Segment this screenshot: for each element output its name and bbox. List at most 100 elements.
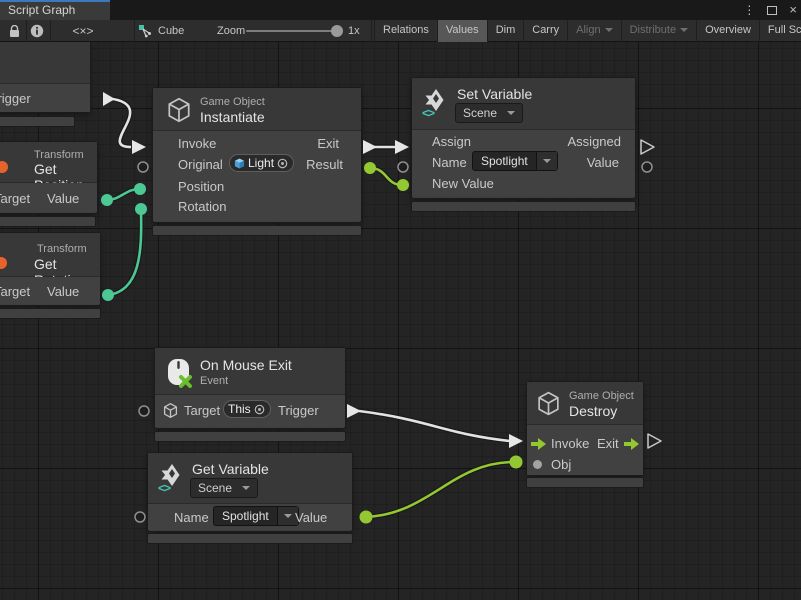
- node-destroy[interactable]: Game Object Destroy Invoke Exit Obj: [527, 382, 643, 475]
- variable-name-value: Spotlight: [214, 507, 277, 525]
- graph-canvas[interactable]: Trigger Transform Get Position Target Va…: [0, 42, 801, 600]
- object-picker-icon[interactable]: [254, 404, 265, 415]
- port-instantiate-result[interactable]: [364, 162, 376, 174]
- wire-trigger-to-invoke: [113, 99, 131, 147]
- zoom-slider-handle[interactable]: [331, 25, 343, 37]
- wire-result-to-new-value: [370, 168, 402, 185]
- value-port-label: Value: [295, 510, 327, 525]
- node-footer: [0, 309, 100, 318]
- exit-port-label: Exit: [597, 436, 619, 451]
- original-object-field[interactable]: Light: [229, 154, 294, 172]
- code-view-icon[interactable]: <×>: [68, 20, 98, 42]
- dropdown-button[interactable]: [536, 152, 557, 170]
- node-get-variable[interactable]: <> Get Variable Scene Name Spotlight Val…: [148, 453, 352, 531]
- transform-icon: [0, 257, 7, 269]
- wire-rotation-value: [108, 212, 141, 295]
- port-partial-event-trigger[interactable]: [103, 92, 115, 106]
- game-object-cube-icon: [162, 402, 179, 424]
- graph-toolbar: <×> Cube Zoom 1x Relations Values Dim Ca…: [0, 20, 801, 42]
- port-set-variable-value[interactable]: [642, 162, 652, 172]
- object-picker-icon[interactable]: [277, 158, 288, 169]
- wire-position-value: [107, 189, 139, 200]
- node-title: Get Variable: [192, 461, 269, 477]
- assigned-port-label: Assigned: [568, 134, 621, 149]
- trigger-port-label: Trigger: [0, 91, 31, 106]
- graph-breadcrumb-icon: [136, 20, 154, 42]
- node-on-mouse-exit[interactable]: On Mouse Exit Event Target This Trigger: [155, 348, 345, 428]
- variable-name-dropdown[interactable]: Spotlight: [213, 506, 299, 526]
- port-set-variable-name[interactable]: [398, 162, 408, 172]
- port-instantiate-position[interactable]: [134, 183, 146, 195]
- port-on-mouse-exit-target[interactable]: [139, 406, 149, 416]
- port-instantiate-original[interactable]: [138, 162, 148, 172]
- port-get-variable-value[interactable]: [360, 511, 373, 524]
- value-port-label: Value: [587, 155, 619, 170]
- port-set-variable-assign[interactable]: [395, 140, 409, 154]
- variable-name-dropdown[interactable]: Spotlight: [472, 151, 558, 171]
- fullscreen-button[interactable]: Full Screen: [759, 20, 801, 42]
- maximize-icon[interactable]: [767, 6, 777, 15]
- node-get-position[interactable]: Transform Get Position Target Value: [0, 142, 97, 213]
- wire-layer: [0, 42, 801, 600]
- port-set-variable-assigned[interactable]: [641, 140, 654, 154]
- node-instantiate[interactable]: Game Object Instantiate Invoke Exit Orig…: [153, 88, 361, 222]
- port-destroy-exit[interactable]: [648, 434, 661, 448]
- node-category: Transform: [37, 243, 87, 255]
- info-icon[interactable]: [26, 20, 48, 42]
- close-icon[interactable]: ×: [789, 5, 797, 15]
- align-button[interactable]: Align: [567, 20, 620, 42]
- chevron-down-icon: [242, 486, 250, 490]
- node-footer: [0, 217, 95, 226]
- prefab-cube-icon: [234, 158, 245, 169]
- target-object-field[interactable]: This: [223, 400, 271, 418]
- overview-button[interactable]: Overview: [696, 20, 759, 42]
- lock-icon[interactable]: [4, 20, 24, 42]
- port-get-rotation-value[interactable]: [102, 289, 114, 301]
- zoom-slider[interactable]: [246, 30, 342, 32]
- variable-scope-dropdown[interactable]: Scene: [190, 478, 258, 498]
- port-instantiate-rotation[interactable]: [135, 203, 147, 215]
- port-destroy-invoke[interactable]: [509, 434, 523, 448]
- zoom-label: Zoom: [217, 20, 245, 42]
- port-on-mouse-exit-trigger[interactable]: [347, 404, 361, 418]
- port-instantiate-invoke[interactable]: [132, 140, 146, 154]
- graph-breadcrumb[interactable]: Cube: [158, 20, 184, 42]
- original-port-label: Original: [178, 157, 223, 172]
- variable-scope-dropdown[interactable]: Scene: [455, 103, 523, 123]
- tab-script-graph[interactable]: Script Graph: [0, 0, 110, 20]
- dim-button[interactable]: Dim: [487, 20, 524, 42]
- port-set-variable-new-value[interactable]: [397, 179, 409, 191]
- scope-value: Scene: [198, 481, 232, 495]
- zoom-value: 1x: [348, 20, 360, 42]
- node-partial-event[interactable]: Trigger: [0, 42, 90, 112]
- distribute-button[interactable]: Distribute: [621, 20, 696, 42]
- value-port-label: Value: [47, 191, 79, 206]
- chevron-down-icon: [543, 159, 551, 163]
- carry-button[interactable]: Carry: [523, 20, 567, 42]
- game-object-cube-icon: [535, 390, 562, 422]
- position-port-label: Position: [178, 179, 224, 194]
- node-set-variable[interactable]: <> Set Variable Scene Assign Assigned Na…: [412, 78, 635, 198]
- node-title: Set Variable: [457, 86, 532, 102]
- more-menu-icon[interactable]: ⋮: [743, 3, 755, 17]
- obj-port-dot-icon: [533, 460, 542, 469]
- node-title: Destroy: [569, 403, 617, 419]
- invoke-port-label: Invoke: [551, 436, 589, 451]
- wire-trigger-to-destroy-invoke: [359, 411, 510, 441]
- variable-icon: <>: [422, 106, 434, 120]
- port-destroy-obj[interactable]: [510, 456, 523, 469]
- port-instantiate-exit[interactable]: [363, 140, 377, 154]
- object-field-value: Light: [248, 156, 274, 170]
- port-get-variable-name[interactable]: [135, 512, 145, 522]
- assign-port-label: Assign: [432, 134, 471, 149]
- values-button[interactable]: Values: [437, 20, 487, 42]
- node-category: Game Object: [569, 390, 634, 402]
- node-footer: [412, 202, 635, 211]
- port-get-position-value[interactable]: [101, 194, 113, 206]
- target-port-label: Target: [0, 284, 30, 299]
- exit-port-label: Exit: [317, 136, 339, 151]
- variable-name-value: Spotlight: [473, 152, 536, 170]
- relations-button[interactable]: Relations: [374, 20, 437, 42]
- node-get-rotation[interactable]: Transform Get Rotation Target Value: [0, 233, 100, 305]
- game-object-cube-icon: [165, 96, 193, 129]
